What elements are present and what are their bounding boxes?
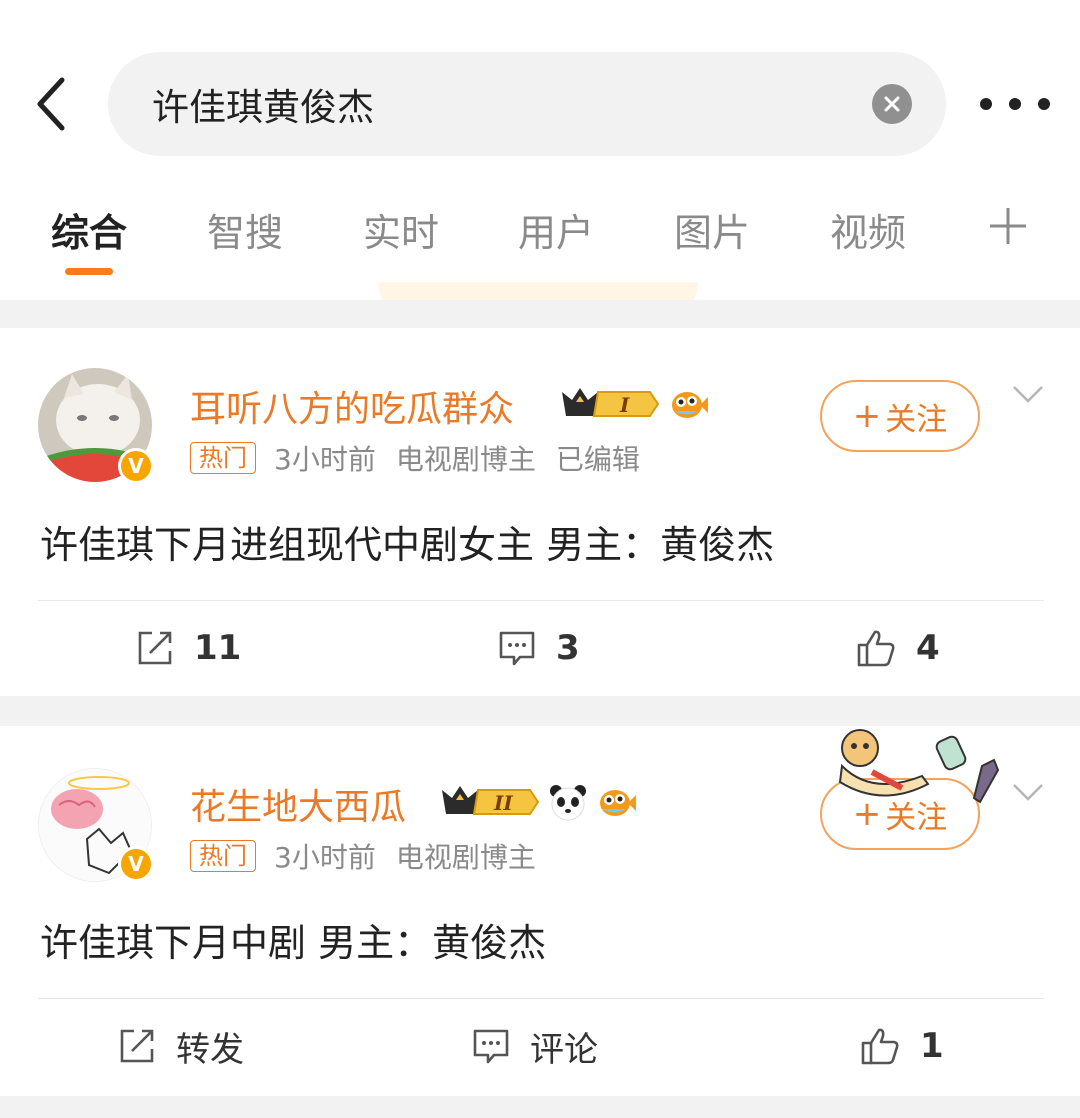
dot-icon bbox=[1009, 98, 1021, 110]
pufferfish-icon bbox=[672, 392, 708, 418]
vip-crown-badge-icon: I bbox=[562, 388, 660, 417]
tab-images[interactable]: 图片 bbox=[674, 202, 750, 255]
section-divider bbox=[0, 1096, 1080, 1118]
vip-level-label: II bbox=[493, 791, 513, 815]
cartoon-sticker-icon bbox=[838, 729, 1000, 804]
card-divider bbox=[38, 600, 1044, 601]
follow-button[interactable]: + 关注 bbox=[820, 380, 980, 452]
post-card: V 耳听八方的吃瓜群众 I 热门 3小时前 电视剧博主 已编辑 + 关注 许佳琪… bbox=[0, 328, 1080, 696]
dot-icon bbox=[1038, 98, 1050, 110]
tab-realtime[interactable]: 实时 bbox=[363, 202, 439, 255]
share-icon bbox=[138, 631, 172, 665]
chevron-down-icon[interactable] bbox=[1012, 782, 1044, 802]
post-time: 3小时前 bbox=[274, 841, 376, 874]
chevron-down-icon[interactable] bbox=[1012, 384, 1044, 404]
pufferfish-icon bbox=[600, 790, 636, 816]
search-box[interactable] bbox=[108, 52, 946, 156]
author-name[interactable]: 花生地大西瓜 bbox=[190, 778, 406, 830]
thumbs-up-icon bbox=[857, 630, 895, 667]
plus-icon[interactable] bbox=[988, 206, 1028, 246]
vip-crown-badge-icon: II bbox=[442, 786, 540, 815]
like-count: 4 bbox=[916, 628, 940, 668]
repost-button[interactable]: 转发 bbox=[118, 1022, 244, 1070]
comment-icon bbox=[473, 1029, 509, 1064]
follow-label: 关注 bbox=[885, 401, 948, 438]
share-icon bbox=[120, 1029, 154, 1063]
post-meta: 热门 3小时前 电视剧博主 已编辑 bbox=[190, 440, 660, 476]
comment-button[interactable]: 3 bbox=[498, 624, 580, 672]
edited-label: 已编辑 bbox=[555, 443, 640, 476]
repost-label: 转发 bbox=[176, 1029, 244, 1070]
hot-tag: 热门 bbox=[190, 840, 256, 872]
clear-search-button[interactable] bbox=[872, 84, 912, 124]
verified-badge: V bbox=[118, 846, 154, 882]
repost-count: 11 bbox=[194, 628, 242, 668]
card-divider bbox=[38, 998, 1044, 999]
comment-count: 3 bbox=[556, 628, 580, 668]
close-icon bbox=[884, 96, 900, 112]
comment-icon bbox=[499, 631, 535, 666]
thumbs-up-icon bbox=[861, 1028, 899, 1065]
like-button[interactable]: 1 bbox=[860, 1022, 944, 1070]
comment-button[interactable]: 评论 bbox=[472, 1022, 598, 1070]
back-button[interactable] bbox=[24, 72, 80, 136]
top-bar bbox=[0, 0, 1080, 180]
search-input[interactable] bbox=[152, 52, 852, 156]
vip-level-label: I bbox=[619, 393, 630, 417]
panda-icon bbox=[550, 785, 586, 821]
like-count: 1 bbox=[920, 1026, 944, 1066]
like-button[interactable]: 4 bbox=[856, 624, 940, 672]
more-options-button[interactable] bbox=[980, 80, 1050, 128]
post-meta: 热门 3小时前 电视剧博主 bbox=[190, 838, 556, 874]
author-category: 电视剧博主 bbox=[395, 443, 536, 476]
dot-icon bbox=[980, 98, 992, 110]
verified-badge: V bbox=[118, 448, 154, 484]
post-text[interactable]: 许佳琪下月进组现代中剧女主 男主：黄俊杰 bbox=[40, 514, 774, 569]
section-divider bbox=[0, 300, 1080, 328]
author-category: 电视剧博主 bbox=[395, 841, 536, 874]
tab-users[interactable]: 用户 bbox=[518, 202, 594, 255]
tab-smart-search[interactable]: 智搜 bbox=[207, 202, 283, 255]
repost-button[interactable]: 11 bbox=[136, 624, 241, 672]
tab-videos[interactable]: 视频 bbox=[830, 202, 906, 255]
section-divider bbox=[0, 696, 1080, 726]
post-time: 3小时前 bbox=[274, 443, 376, 476]
post-text[interactable]: 许佳琪下月中剧 男主：黄俊杰 bbox=[40, 912, 546, 967]
active-tab-indicator bbox=[65, 268, 113, 275]
plus-icon: + bbox=[852, 396, 882, 436]
tab-comprehensive[interactable]: 综合 bbox=[51, 202, 127, 255]
chevron-left-icon bbox=[37, 77, 65, 131]
comment-label: 评论 bbox=[530, 1029, 598, 1070]
author-name[interactable]: 耳听八方的吃瓜群众 bbox=[190, 380, 514, 432]
hot-tag: 热门 bbox=[190, 442, 256, 474]
